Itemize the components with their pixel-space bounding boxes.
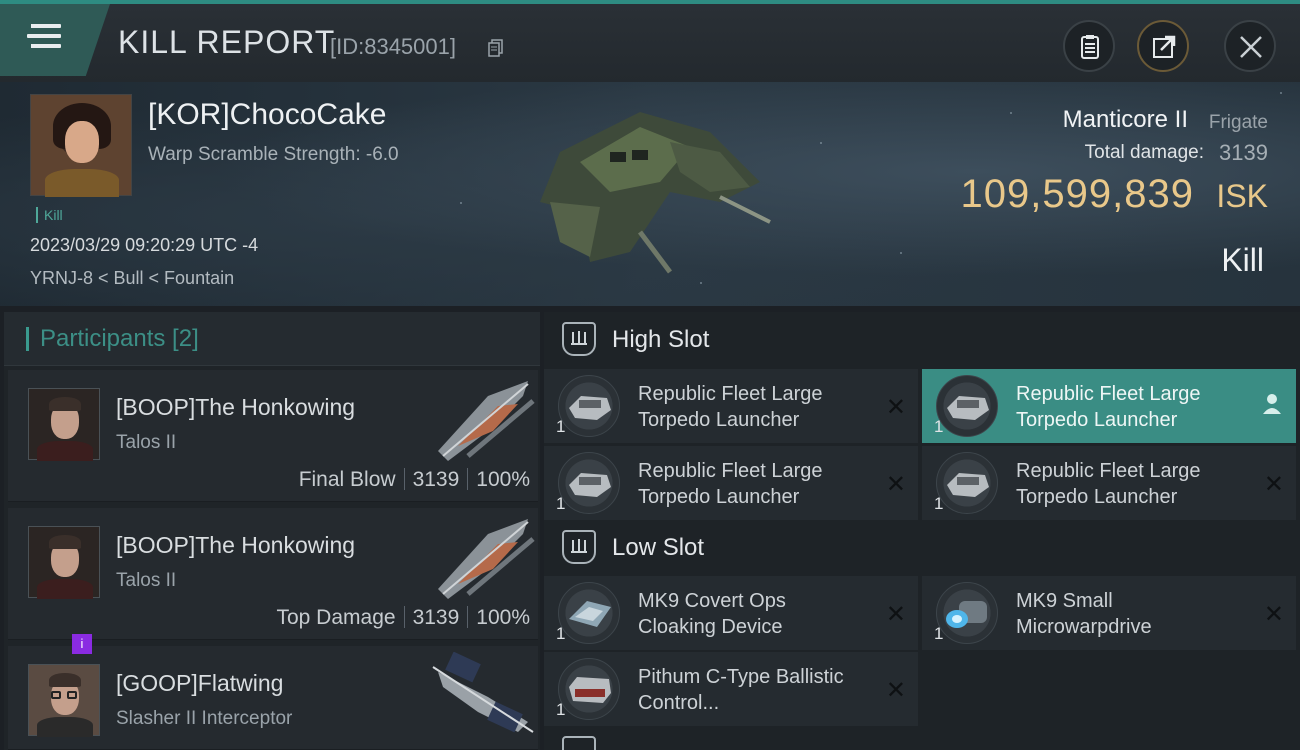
kill-tag: Kill	[36, 207, 63, 223]
participant-role: Final Blow	[298, 468, 396, 491]
high-slot-icon	[562, 322, 596, 356]
participant-row[interactable]: [BOOP]The Honkowing Talos II Final Blow 3…	[8, 370, 538, 502]
microwarpdrive-icon	[936, 582, 998, 644]
participant-avatar[interactable]	[28, 526, 100, 599]
participant-percent: 100%	[476, 468, 530, 491]
remove-icon[interactable]: ✕	[886, 600, 906, 629]
module-item[interactable]: 1 Republic Fleet Large Torpedo Launcher …	[922, 446, 1296, 520]
victim-name[interactable]: [KOR]ChocoCake	[148, 98, 386, 132]
share-button[interactable]	[1137, 20, 1189, 72]
victim-ship-class: Frigate	[1208, 112, 1268, 133]
header-bar: KILL REPORT [ID:8345001]	[0, 4, 1300, 82]
module-item[interactable]: 1 MK9 Small Microwarpdrive ✕	[922, 576, 1296, 650]
module-name: Republic Fleet Large Torpedo Launcher	[638, 383, 823, 431]
total-damage-value: 3139	[1219, 140, 1268, 165]
close-icon	[1240, 36, 1262, 58]
torpedo-launcher-icon	[936, 375, 998, 437]
victim-avatar[interactable]	[30, 94, 132, 197]
module-name: MK9 Small Microwarpdrive	[1016, 590, 1152, 638]
participant-ship-image	[438, 381, 535, 461]
participant-name: [GOOP]Flatwing	[116, 670, 284, 696]
module-quantity: 1	[934, 494, 944, 513]
high-slot-header: High Slot	[544, 312, 1300, 368]
participant-ship: Slasher II Interceptor	[116, 708, 293, 729]
participant-ship-image	[438, 519, 535, 599]
participant-row[interactable]: [GOOP]Flatwing Slasher II Interceptor	[8, 646, 538, 750]
kill-timestamp: 2023/03/29 09:20:29 UTC -4	[30, 235, 259, 255]
participant-name: [BOOP]The Honkowing	[116, 532, 356, 558]
low-slot-header: Low Slot	[544, 520, 1300, 576]
cloaking-device-icon	[558, 582, 620, 644]
torpedo-launcher-icon	[558, 452, 620, 514]
close-button[interactable]	[1224, 20, 1276, 72]
module-item-selected[interactable]: 1 Republic Fleet Large Torpedo Launcher	[922, 369, 1296, 443]
isk-value: 109,599,839	[960, 172, 1194, 216]
participants-header: Participants [2]	[4, 312, 540, 366]
clipboard-button[interactable]	[1063, 20, 1115, 72]
participant-avatar[interactable]	[28, 388, 100, 461]
module-name: Republic Fleet Large Torpedo Launcher	[638, 460, 823, 508]
participants-title: Participants [2]	[40, 325, 199, 352]
remove-icon[interactable]: ✕	[1264, 600, 1284, 629]
remove-icon[interactable]: ✕	[886, 470, 906, 499]
warp-scramble-strength: Warp Scramble Strength: -6.0	[148, 144, 399, 165]
module-name: Pithum C-Type Ballistic Control...	[638, 666, 844, 714]
module-name: Republic Fleet Large Torpedo Launcher	[1016, 460, 1201, 508]
fitting-panel: High Slot 1 Republic Fleet Large Torpedo…	[544, 312, 1300, 750]
participant-percent: 100%	[476, 606, 530, 629]
participant-stats: Final Blow 3139 100%	[299, 468, 530, 492]
module-quantity: 1	[556, 417, 566, 436]
module-name: MK9 Covert Ops Cloaking Device	[638, 590, 786, 638]
participant-damage: 3139	[412, 468, 460, 491]
remove-icon[interactable]: ✕	[886, 676, 906, 705]
module-item[interactable]: 1 Republic Fleet Large Torpedo Launcher …	[544, 369, 918, 443]
copy-icon[interactable]	[488, 39, 504, 57]
module-quantity: 1	[556, 624, 566, 643]
participant-ship: Talos II	[116, 570, 177, 591]
kill-location[interactable]: YRNJ-8 < Bull < Fountain	[30, 268, 234, 289]
remove-icon[interactable]: ✕	[1264, 470, 1284, 499]
low-slot-icon	[562, 530, 596, 564]
victim-ship-image	[540, 112, 771, 274]
module-quantity: 1	[556, 700, 566, 719]
module-item[interactable]: 1 Pithum C-Type Ballistic Control... ✕	[544, 652, 918, 726]
participant-damage: 3139	[412, 606, 460, 629]
victim-banner: [KOR]ChocoCake Warp Scramble Strength: -…	[0, 82, 1300, 306]
user-icon[interactable]	[1262, 393, 1282, 415]
page-title: KILL REPORT	[118, 24, 336, 60]
victim-ship-name[interactable]: Manticore II	[1063, 106, 1188, 134]
participants-panel: Participants [2] [BOOP]The Honkowing Tal…	[4, 312, 540, 750]
high-slot-title: High Slot	[612, 326, 710, 353]
report-id: [ID:8345001]	[330, 34, 456, 59]
low-slot-title: Low Slot	[612, 534, 705, 561]
module-quantity: 1	[934, 417, 944, 436]
module-quantity: 1	[934, 624, 944, 643]
module-item[interactable]: 1 MK9 Covert Ops Cloaking Device ✕	[544, 576, 918, 650]
kill-result: Kill	[1221, 242, 1264, 278]
torpedo-launcher-icon	[558, 375, 620, 437]
clipboard-icon	[1081, 35, 1099, 59]
slot-icon	[562, 736, 596, 750]
participant-stats: Top Damage 3139 100%	[276, 606, 530, 630]
module-quantity: 1	[556, 494, 566, 513]
participant-name: [BOOP]The Honkowing	[116, 394, 356, 420]
share-icon	[1153, 35, 1176, 58]
participant-row[interactable]: [BOOP]The Honkowing Talos II Top Damage 3…	[8, 508, 538, 640]
next-slot-header	[544, 730, 1300, 750]
menu-button[interactable]	[0, 4, 110, 76]
total-damage-label: Total damage:	[1084, 142, 1204, 163]
participant-ship-image	[432, 652, 534, 733]
module-name: Republic Fleet Large Torpedo Launcher	[1016, 383, 1201, 431]
ballistic-control-icon	[558, 658, 620, 720]
participant-avatar[interactable]	[28, 664, 100, 737]
isk-unit: ISK	[1216, 178, 1268, 214]
participant-ship: Talos II	[116, 432, 177, 453]
remove-icon[interactable]: ✕	[886, 393, 906, 422]
module-item[interactable]: 1 Republic Fleet Large Torpedo Launcher …	[544, 446, 918, 520]
info-badge[interactable]: i	[72, 634, 92, 654]
participant-role: Top Damage	[276, 606, 396, 629]
torpedo-launcher-icon	[936, 452, 998, 514]
